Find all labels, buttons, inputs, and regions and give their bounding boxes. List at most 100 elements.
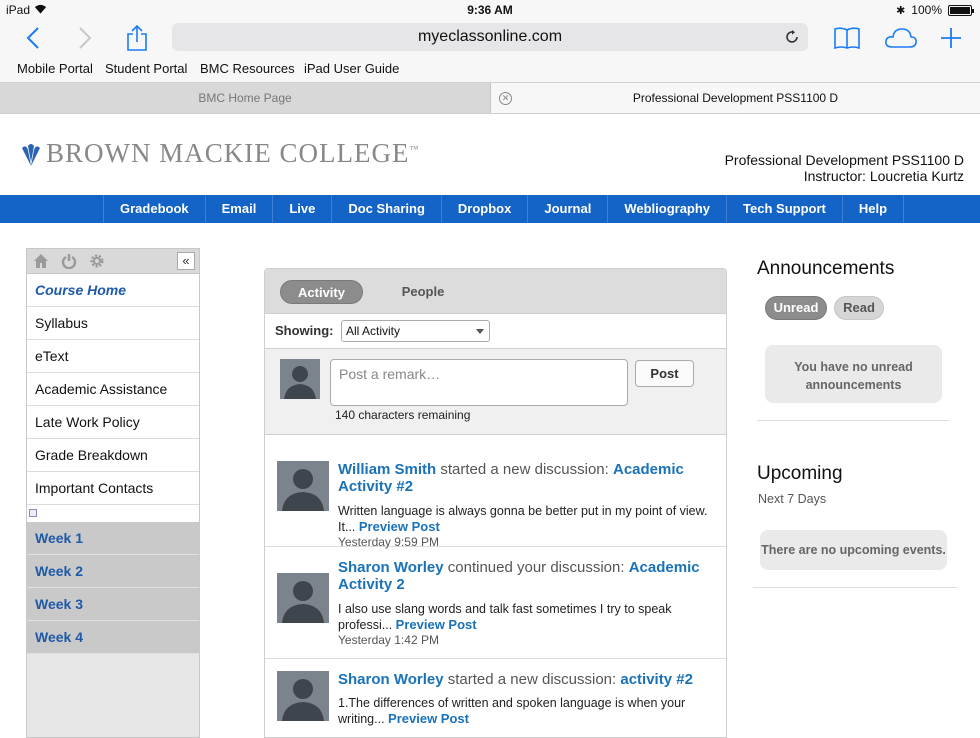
sidebar-divider (27, 505, 199, 522)
sidebar-item-week-4[interactable]: Week 4 (27, 621, 199, 654)
divider (753, 587, 957, 588)
showing-label: Showing: (275, 323, 334, 338)
bookmark-student-portal[interactable]: Student Portal (105, 61, 187, 76)
activity-filter-select[interactable]: All Activity (341, 320, 490, 342)
course-sidebar: « Course Home Syllabus eText Academic As… (26, 248, 200, 738)
home-icon[interactable] (33, 253, 49, 269)
feed-excerpt-text: I also use slang words and talk fast som… (338, 602, 672, 632)
course-nav: Gradebook Email Live Doc Sharing Dropbox… (0, 195, 980, 223)
tab-label: BMC Home Page (198, 91, 292, 105)
cloud-icon (885, 28, 917, 48)
post-button[interactable]: Post (635, 360, 694, 387)
nav-dropbox[interactable]: Dropbox (440, 195, 527, 223)
gear-icon[interactable] (89, 253, 105, 269)
activity-filter-row: Showing: All Activity (265, 314, 726, 349)
remark-input[interactable]: Post a remark… (330, 359, 628, 406)
list-item: Sharon Worley continued your discussion:… (265, 547, 726, 659)
sidebar-item-course-home[interactable]: Course Home (27, 274, 199, 307)
collapse-sidebar-button[interactable]: « (177, 252, 195, 270)
feed-headline: Sharon Worley started a new discussion: … (338, 671, 713, 688)
nav-live[interactable]: Live (272, 195, 331, 223)
nav-doc-sharing[interactable]: Doc Sharing (331, 195, 441, 223)
filter-value: All Activity (346, 324, 401, 338)
upcoming-empty-message: There are no upcoming events. (760, 530, 947, 570)
forward-button[interactable] (70, 24, 100, 52)
bluetooth-icon: ✱ (896, 4, 906, 17)
bookmarks-bar: Mobile Portal Student Portal BMC Resourc… (0, 56, 980, 82)
feed-headline: Sharon Worley continued your discussion:… (338, 559, 713, 593)
bookmark-ipad-user-guide[interactable]: iPad User Guide (304, 61, 399, 76)
user-silhouette-icon (280, 359, 320, 399)
preview-post-link[interactable]: Preview Post (359, 519, 440, 534)
characters-remaining: 140 characters remaining (335, 408, 471, 422)
avatar (277, 461, 329, 511)
right-column: Announcements Unread Read You have no un… (753, 258, 957, 588)
avatar (280, 359, 320, 399)
preview-post-link[interactable]: Preview Post (388, 711, 469, 726)
preview-post-link[interactable]: Preview Post (396, 617, 477, 632)
nav-email[interactable]: Email (204, 195, 273, 223)
sidebar-item-syllabus[interactable]: Syllabus (27, 307, 199, 340)
tab-bmc-home-page[interactable]: BMC Home Page (0, 83, 490, 113)
nav-gradebook[interactable]: Gradebook (103, 195, 205, 223)
browser-tabs: BMC Home Page ✕ Professional Development… (0, 82, 980, 114)
sidebar-item-grade-breakdown[interactable]: Grade Breakdown (27, 439, 199, 472)
sidebar-item-academic-assistance[interactable]: Academic Assistance (27, 373, 199, 406)
tab-label: Professional Development PSS1100 D (632, 91, 839, 105)
user-silhouette-icon (277, 671, 329, 721)
bookmarks-button[interactable] (832, 24, 862, 52)
sidebar-item-week-3[interactable]: Week 3 (27, 588, 199, 621)
college-name: BROWN MACKIE COLLEGE™ (46, 138, 420, 168)
new-tab-button[interactable] (936, 24, 966, 52)
nav-webliography[interactable]: Webliography (607, 195, 726, 223)
activity-tabs: Activity People (265, 269, 726, 314)
remark-composer: Post a remark… Post 140 characters remai… (265, 349, 726, 435)
nav-journal[interactable]: Journal (527, 195, 607, 223)
feed-excerpt: Written language is always gonna be bett… (338, 503, 713, 535)
tab-read[interactable]: Read (834, 296, 884, 320)
feed-excerpt: I also use slang words and talk fast som… (338, 601, 713, 633)
avatar (277, 573, 329, 623)
bookmark-mobile-portal[interactable]: Mobile Portal (17, 61, 93, 76)
sidebar-item-etext[interactable]: eText (27, 340, 199, 373)
activity-panel: Activity People Showing: All Activity Po… (264, 268, 727, 738)
reload-icon[interactable] (784, 29, 800, 45)
list-item: Sharon Worley started a new discussion: … (265, 659, 726, 737)
bookmark-bmc-resources[interactable]: BMC Resources (200, 61, 295, 76)
feed-excerpt: 1.The differences of written and spoken … (338, 695, 713, 727)
feed-user-link[interactable]: William Smith (338, 461, 436, 478)
tab-activity[interactable]: Activity (280, 280, 363, 304)
battery-percent: 100% (911, 3, 942, 17)
book-icon (834, 27, 860, 49)
tab-unread[interactable]: Unread (765, 296, 827, 320)
upcoming-title: Upcoming (757, 463, 843, 484)
feed-topic-link[interactable]: activity #2 (620, 671, 693, 688)
sidebar-item-week-1[interactable]: Week 1 (27, 522, 199, 555)
feed-user-link[interactable]: Sharon Worley (338, 559, 444, 576)
chevron-left-icon (26, 27, 39, 49)
power-icon[interactable] (61, 253, 77, 269)
nav-help[interactable]: Help (841, 195, 905, 223)
tab-people[interactable]: People (391, 280, 455, 304)
back-button[interactable] (18, 24, 48, 52)
icloud-tabs-button[interactable] (884, 24, 918, 52)
address-bar[interactable]: myeclassonline.com (172, 23, 808, 51)
feed-action: continued your discussion: (443, 559, 629, 576)
dropdown-arrow-icon (476, 329, 484, 334)
battery-icon (948, 4, 974, 16)
close-tab-icon[interactable]: ✕ (499, 92, 512, 105)
sidebar-item-late-work-policy[interactable]: Late Work Policy (27, 406, 199, 439)
sidebar-item-important-contacts[interactable]: Important Contacts (27, 472, 199, 505)
feed-action: started a new discussion: (436, 461, 613, 478)
college-logo[interactable]: BROWN MACKIE COLLEGE™ (20, 138, 419, 169)
sidebar-item-week-2[interactable]: Week 2 (27, 555, 199, 588)
nav-tech-support[interactable]: Tech Support (726, 195, 842, 223)
user-silhouette-icon (277, 573, 329, 623)
tab-professional-development[interactable]: ✕ Professional Development PSS1100 D (490, 83, 980, 113)
feed-headline: William Smith started a new discussion: … (338, 461, 713, 495)
avatar (277, 671, 329, 721)
announcements-title: Announcements (757, 258, 895, 279)
feed-user-link[interactable]: Sharon Worley (338, 671, 444, 688)
share-button[interactable] (122, 24, 152, 52)
announcements-empty-message: You have no unread announcements (765, 345, 942, 403)
